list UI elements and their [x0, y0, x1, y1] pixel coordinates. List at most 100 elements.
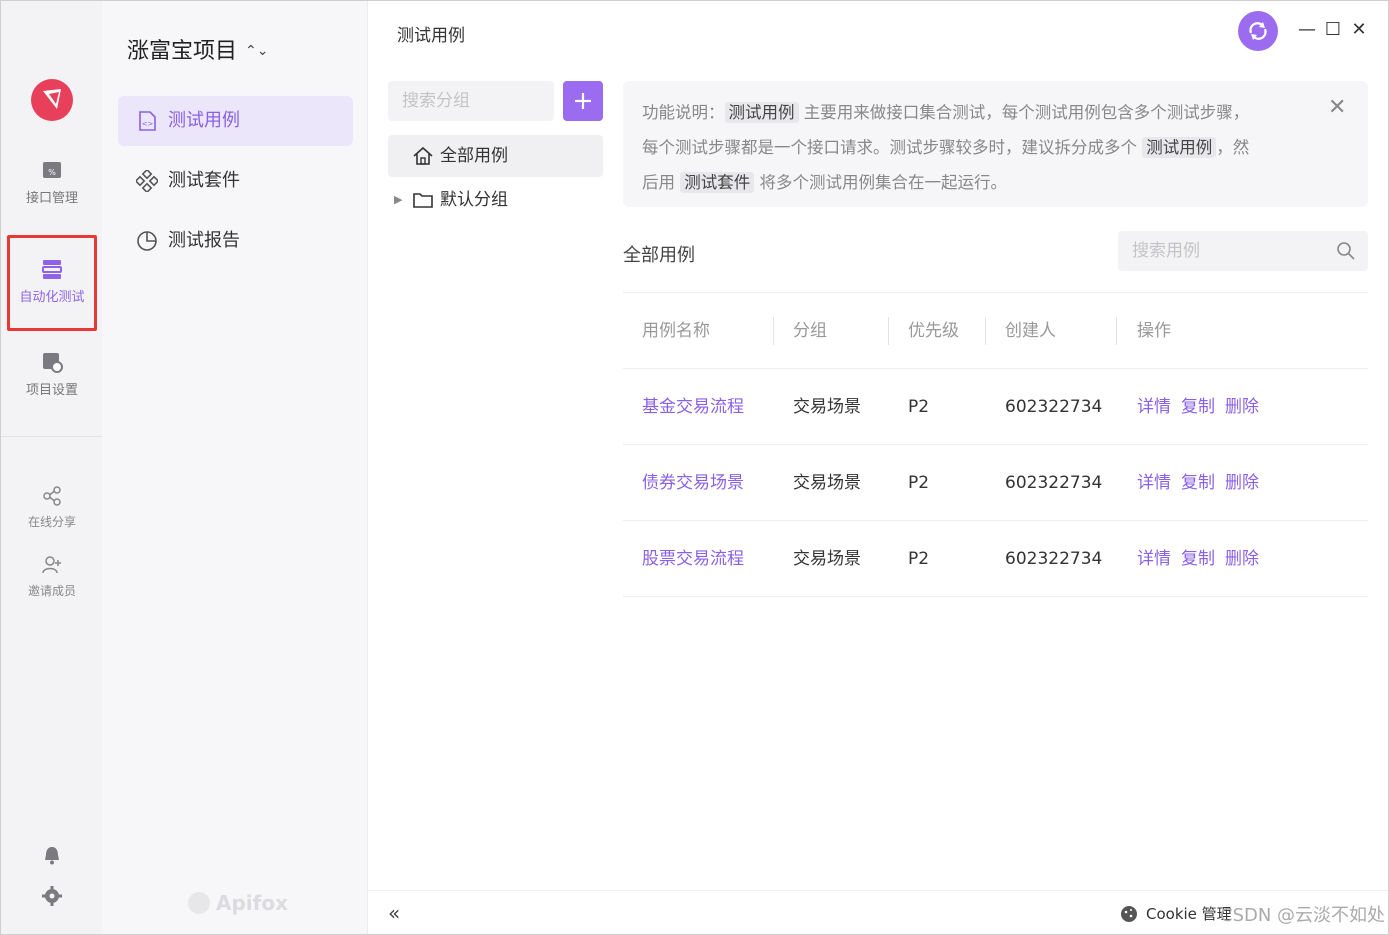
case-name-link[interactable]: 债券交易场景: [642, 445, 744, 521]
collapse-sidebar-icon[interactable]: «: [388, 901, 400, 925]
caret-right-icon[interactable]: ▶: [394, 179, 402, 221]
add-group-button[interactable]: [563, 81, 603, 121]
case-name-link[interactable]: 基金交易流程: [642, 369, 744, 445]
column-header-priority: 优先级: [908, 321, 959, 341]
rail-item-label: 自动化测试: [19, 290, 85, 305]
report-icon: [137, 231, 157, 251]
section-title: 全部用例: [623, 245, 695, 266]
table-row: 股票交易流程 交易场景 P2 602322734 详情 复制 删除: [623, 521, 1368, 597]
cookie-icon: [1121, 906, 1137, 922]
project-settings-icon: [43, 353, 63, 373]
tree-item-all-cases[interactable]: 全部用例: [388, 135, 603, 177]
case-group: 交易场景: [793, 549, 861, 569]
copy-button[interactable]: 复制: [1181, 397, 1215, 417]
apifox-logo-icon: [188, 892, 210, 914]
sync-icon: [1249, 22, 1267, 40]
column-header-actions: 操作: [1137, 321, 1171, 341]
delete-button[interactable]: 删除: [1225, 397, 1259, 417]
watermark-text: CSDN @云淡不如处: [1220, 905, 1386, 926]
maximize-button[interactable]: ☐: [1324, 21, 1342, 39]
brand-watermark: Apifox: [188, 891, 288, 915]
table-header: 用例名称 分组 优先级 创建人 操作: [623, 293, 1368, 369]
gear-icon[interactable]: [41, 885, 63, 907]
rail-divider: [1, 436, 102, 437]
column-divider: [773, 317, 774, 345]
tree-item-default-group[interactable]: ▶ 默认分组: [388, 179, 603, 221]
column-divider: [1116, 317, 1117, 345]
case-priority: P2: [908, 473, 930, 493]
svg-text:%: %: [48, 168, 56, 177]
automation-icon: [42, 260, 62, 279]
project-switcher[interactable]: 涨富宝项目 ⌃⌄: [127, 33, 268, 65]
details-button[interactable]: 详情: [1137, 549, 1171, 569]
share-icon: [43, 486, 61, 506]
nav-item-label: 测试套件: [168, 170, 240, 191]
rail-item-label: 接口管理: [25, 191, 78, 206]
rail-item-invite[interactable]: 邀请成员: [7, 554, 97, 599]
column-divider: [888, 317, 889, 345]
rail-item-share[interactable]: 在线分享: [7, 485, 97, 530]
search-icon[interactable]: [1336, 241, 1356, 261]
nav-item-test-report[interactable]: 测试报告: [118, 216, 353, 266]
left-rail: % 接口管理 自动化测试 项目设置 在线分享 邀请成员: [1, 1, 102, 934]
case-creator: 602322734: [1005, 473, 1103, 493]
case-search-input[interactable]: [1118, 231, 1368, 271]
info-tag: 测试套件: [680, 172, 755, 193]
rail-item-label: 在线分享: [27, 515, 76, 529]
status-bar: « Cookie 管理 CSDN @云淡不如处: [368, 890, 1388, 934]
case-creator: 602322734: [1005, 397, 1103, 417]
info-text: ，然: [1216, 138, 1250, 157]
rail-item-label: 邀请成员: [27, 584, 76, 598]
tree-item-label: 全部用例: [440, 146, 508, 166]
close-window-button[interactable]: ✕: [1350, 21, 1368, 39]
info-text: 功能说明：: [642, 103, 725, 122]
nav-item-label: 测试用例: [168, 110, 240, 131]
row-actions: 详情 复制 删除: [1137, 445, 1269, 521]
close-info-button[interactable]: ✕: [1328, 97, 1346, 119]
case-priority: P2: [908, 397, 930, 417]
minimize-button[interactable]: —: [1298, 21, 1316, 39]
cookie-manager-button[interactable]: Cookie 管理: [1146, 903, 1232, 924]
plus-icon: [575, 93, 591, 109]
api-icon: %: [43, 162, 61, 178]
details-button[interactable]: 详情: [1137, 473, 1171, 493]
info-text: 后用: [642, 173, 675, 192]
project-nav: 涨富宝项目 ⌃⌄ <> 测试用例 测试套件 测试报告 Apifox: [102, 1, 368, 934]
main-panel: 测试用例 — ☐ ✕ 全部用例 ▶ 默认分组 功能说明：测试用例 主要用来做接口…: [368, 1, 1388, 934]
app-logo: [31, 79, 73, 121]
column-header-group: 分组: [793, 321, 827, 341]
bell-icon[interactable]: [41, 844, 63, 866]
invite-user-icon: [42, 556, 61, 574]
test-case-table: 用例名称 分组 优先级 创建人 操作 基金交易流程 交易场景 P2 602322…: [623, 292, 1368, 597]
home-icon: [413, 146, 433, 165]
rail-item-api-management[interactable]: % 接口管理: [7, 159, 97, 206]
copy-button[interactable]: 复制: [1181, 549, 1215, 569]
chevron-updown-icon: ⌃⌄: [245, 43, 269, 59]
nav-item-test-case[interactable]: <> 测试用例: [118, 96, 353, 146]
delete-button[interactable]: 删除: [1225, 473, 1259, 493]
case-name-link[interactable]: 股票交易流程: [642, 521, 744, 597]
rail-item-automation-test[interactable]: 自动化测试: [7, 235, 97, 331]
nav-item-label: 测试报告: [168, 230, 240, 251]
rail-item-project-settings[interactable]: 项目设置: [7, 351, 97, 398]
case-group: 交易场景: [793, 473, 861, 493]
sync-button[interactable]: [1238, 11, 1278, 51]
column-divider: [985, 317, 986, 345]
column-header-creator: 创建人: [1005, 321, 1056, 341]
nav-item-test-suite[interactable]: 测试套件: [118, 156, 353, 206]
svg-text:<>: <>: [142, 120, 154, 128]
test-suite-icon: [136, 170, 158, 192]
delete-button[interactable]: 删除: [1225, 549, 1259, 569]
info-text: 主要用来做接口集合测试，每个测试用例包含多个测试步骤，: [803, 103, 1250, 122]
info-tag: 测试用例: [724, 102, 799, 123]
page-title: 测试用例: [397, 26, 465, 46]
info-text: 每个测试步骤都是一个接口请求。测试步骤较多时，建议拆分成多个: [642, 138, 1137, 157]
group-search-input[interactable]: [388, 81, 554, 121]
folder-icon: [413, 193, 433, 208]
column-header-name: 用例名称: [642, 321, 710, 341]
brand-name: Apifox: [216, 891, 288, 915]
details-button[interactable]: 详情: [1137, 397, 1171, 417]
copy-button[interactable]: 复制: [1181, 473, 1215, 493]
table-row: 基金交易流程 交易场景 P2 602322734 详情 复制 删除: [623, 369, 1368, 445]
test-case-icon: <>: [139, 111, 156, 131]
